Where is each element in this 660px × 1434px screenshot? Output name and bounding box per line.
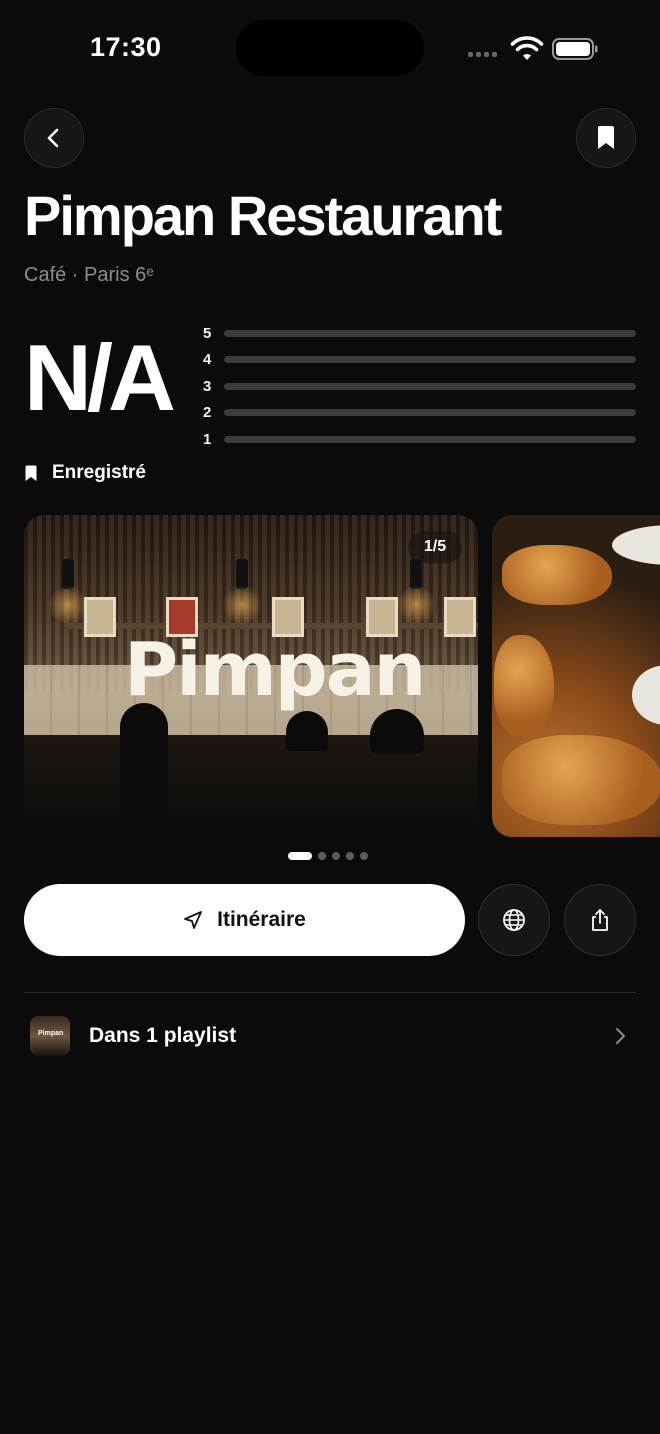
rating-row-bar <box>224 356 636 364</box>
itinerary-label: Itinéraire <box>217 908 306 931</box>
bookmark-icon <box>25 465 37 481</box>
restaurant-photo[interactable]: Pimpan 1/5 <box>24 515 478 837</box>
place-title: Pimpan Restaurant <box>24 184 502 247</box>
globe-icon <box>503 909 525 931</box>
rating-row-label: 4 <box>203 351 212 369</box>
divider <box>24 992 636 993</box>
pagination-dot[interactable] <box>318 852 326 860</box>
pagination-dot[interactable] <box>332 852 340 860</box>
rating-row-bar <box>224 435 636 443</box>
pagination-dot[interactable] <box>360 852 368 860</box>
rating-row-label: 5 <box>203 324 212 342</box>
status-bar: 17:30 <box>0 0 660 96</box>
rating-row-bar <box>224 409 636 417</box>
thumbnail-logo: Pimpan <box>38 1030 64 1037</box>
place-subtitle: Café · Paris 6ᵉ <box>24 264 154 286</box>
navigation-arrow-icon <box>184 911 203 929</box>
rating-row: 4 <box>200 347 636 374</box>
saved-status[interactable]: Enregistré <box>24 462 146 484</box>
rating-row-label: 1 <box>203 430 212 448</box>
rating-row: 2 <box>200 400 636 427</box>
bookmark-button[interactable] <box>576 108 636 168</box>
rating-row-label: 3 <box>203 377 212 395</box>
playlist-thumbnail: Pimpan <box>30 1016 70 1056</box>
share-icon <box>592 909 608 931</box>
chevron-left-icon <box>47 128 59 148</box>
rating-row: 1 <box>200 426 636 453</box>
gallery-pagination[interactable] <box>288 852 368 860</box>
pagination-dot[interactable] <box>346 852 354 860</box>
cellular-signal-icon <box>468 52 497 57</box>
rating-row: 5 <box>200 320 636 347</box>
chevron-right-icon <box>608 1024 632 1048</box>
share-button[interactable] <box>564 884 636 956</box>
itinerary-button[interactable]: Itinéraire <box>24 884 465 956</box>
rating-row: 3 <box>200 373 636 400</box>
status-time: 17:30 <box>90 32 162 62</box>
rating-row-label: 2 <box>203 404 212 422</box>
back-button[interactable] <box>24 108 84 168</box>
rating-value: N/A <box>24 325 176 430</box>
pagination-dot[interactable] <box>288 852 312 860</box>
pastry-photo[interactable] <box>492 515 660 837</box>
rating-distribution: 5 4 3 2 1 <box>200 320 636 453</box>
photo-gallery[interactable]: Pimpan 1/5 <box>24 515 660 837</box>
wifi-icon <box>510 36 544 60</box>
photo-counter: 1/5 <box>408 531 462 563</box>
battery-icon <box>552 38 598 60</box>
dynamic-island <box>236 20 424 76</box>
rating-row-bar <box>224 382 636 390</box>
restaurant-logo: Pimpan <box>124 627 426 713</box>
website-button[interactable] <box>478 884 550 956</box>
playlist-row[interactable]: Pimpan Dans 1 playlist <box>24 1010 636 1062</box>
rating-row-bar <box>224 329 636 337</box>
playlist-label: Dans 1 playlist <box>89 1024 237 1047</box>
saved-label: Enregistré <box>52 462 146 483</box>
bookmark-icon <box>598 126 614 149</box>
